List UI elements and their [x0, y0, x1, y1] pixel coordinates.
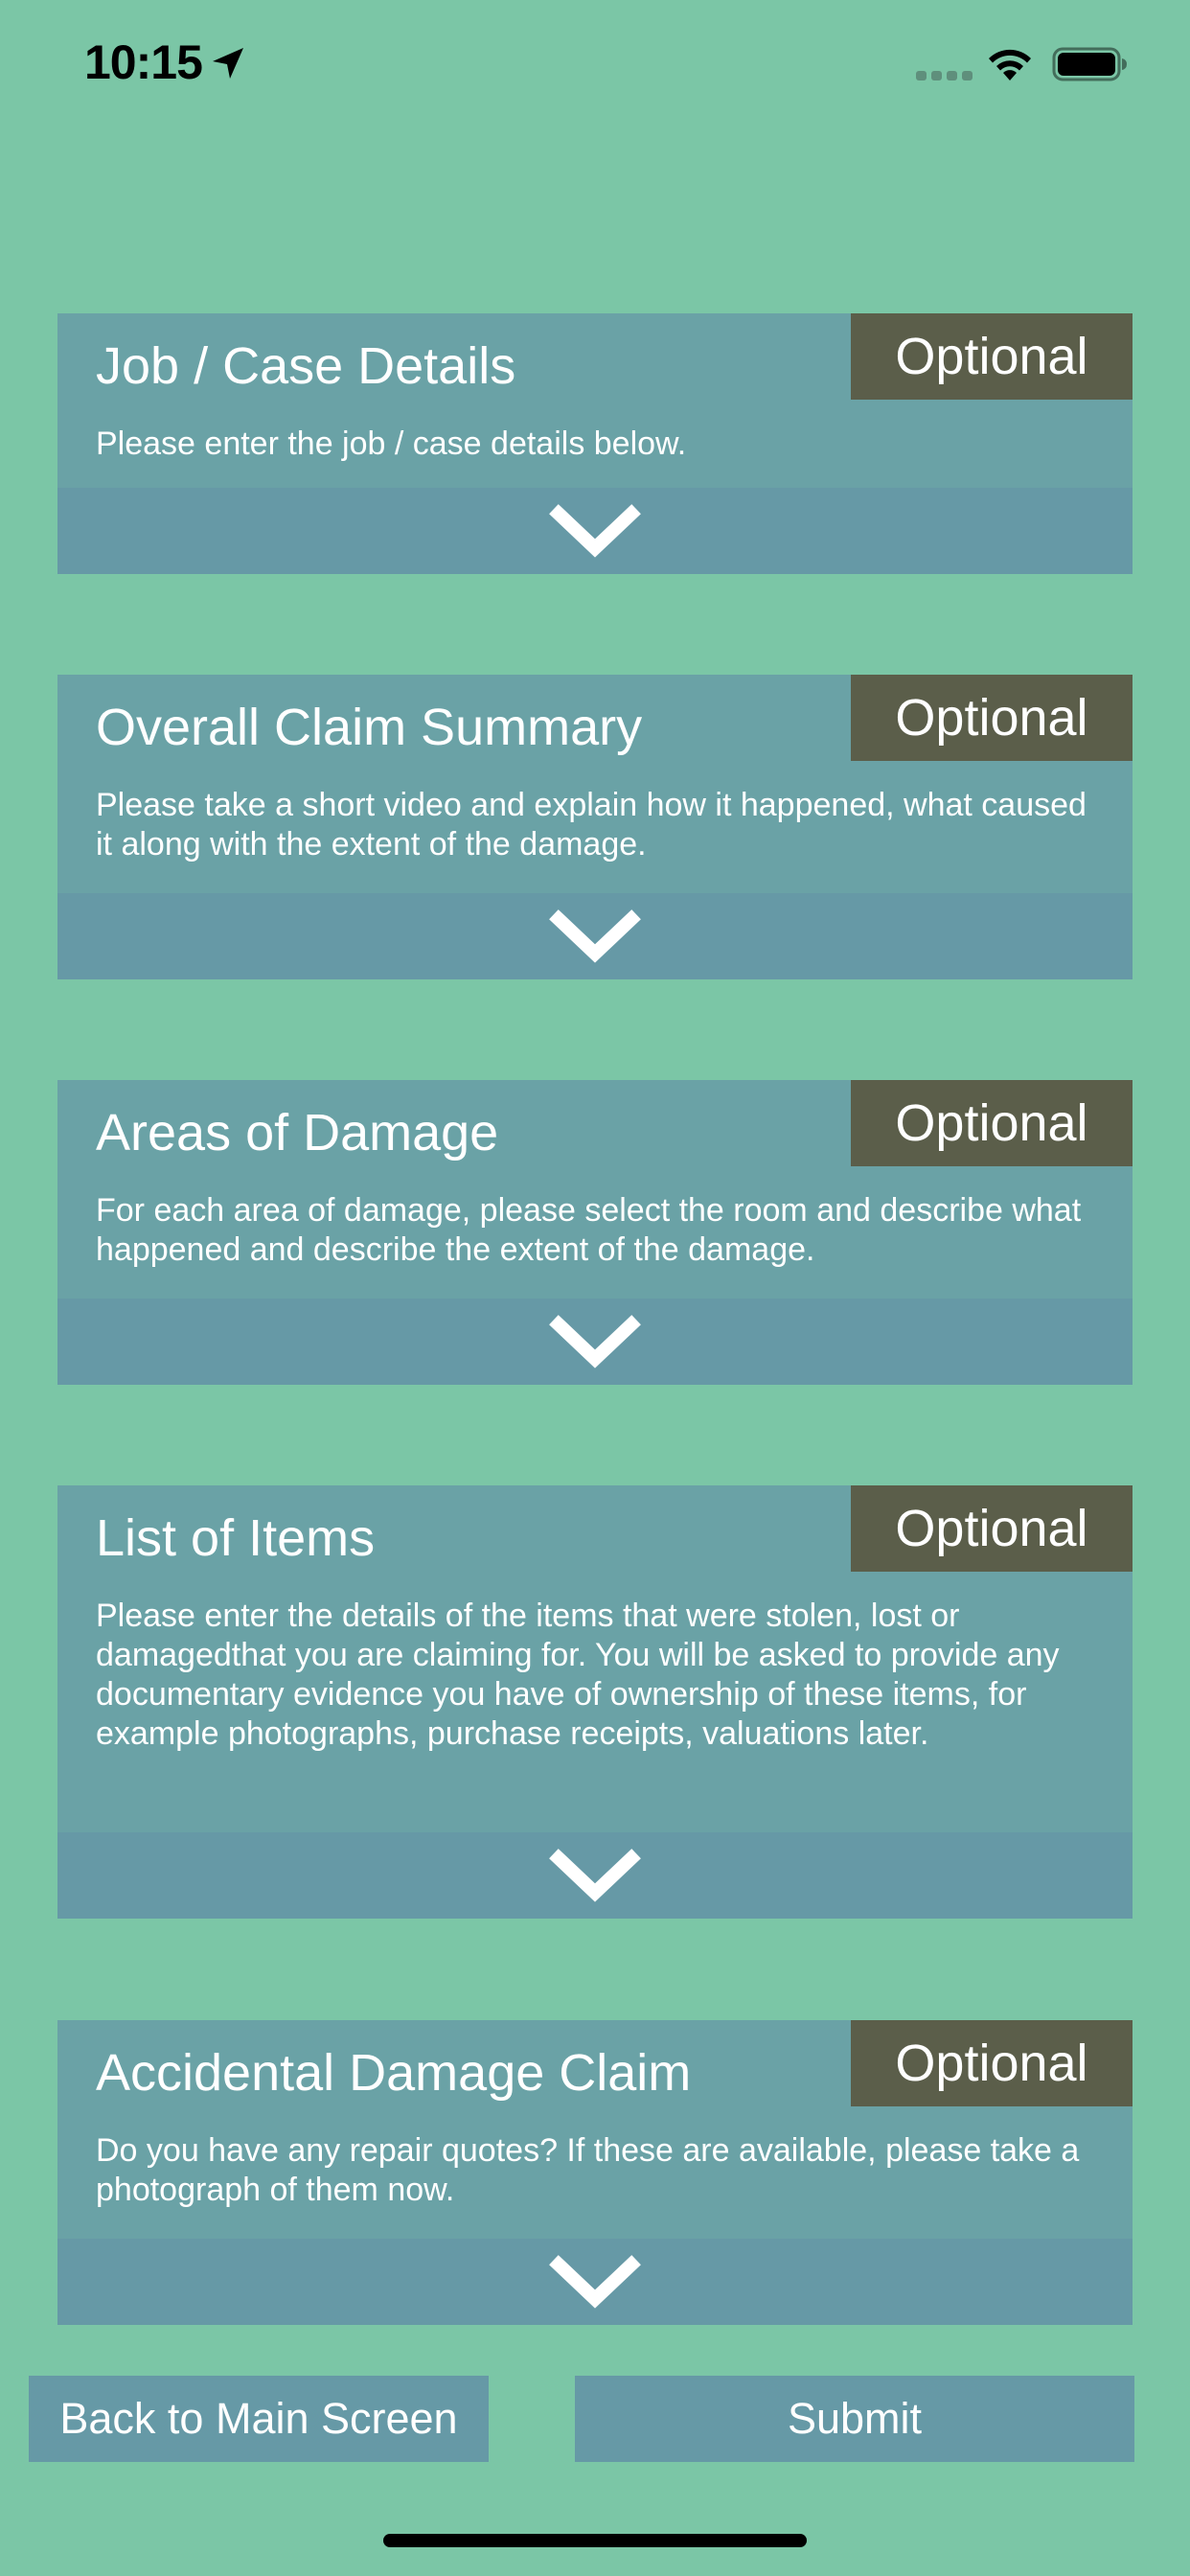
chevron-down-icon [549, 2255, 641, 2309]
optional-badge: Optional [851, 1485, 1133, 1572]
expand-section-button[interactable] [57, 2239, 1133, 2325]
status-bar: 10:15 [0, 0, 1190, 134]
section-card-job-case-details: Job / Case Details Optional Please enter… [57, 313, 1133, 574]
wifi-icon [989, 49, 1031, 80]
expand-section-button[interactable] [57, 893, 1133, 979]
optional-badge: Optional [851, 313, 1133, 400]
section-description: Please enter the job / case details belo… [96, 426, 687, 462]
submit-button[interactable]: Submit [575, 2376, 1134, 2462]
chevron-down-icon [549, 504, 641, 558]
section-title: Job / Case Details [96, 337, 516, 395]
section-card-accidental-damage-claim: Accidental Damage Claim Optional Do you … [57, 2020, 1133, 2325]
section-card-areas-of-damage: Areas of Damage Optional For each area o… [57, 1080, 1133, 1385]
section-card-list-of-items: List of Items Optional Please enter the … [57, 1485, 1133, 1919]
section-title: Overall Claim Summary [96, 699, 643, 756]
expand-section-button[interactable] [57, 1832, 1133, 1919]
optional-badge: Optional [851, 675, 1133, 761]
section-title: Accidental Damage Claim [96, 2044, 692, 2102]
chevron-down-icon [549, 1849, 641, 1902]
section-description: Do you have any repair quotes? If these … [96, 2132, 1080, 2208]
optional-badge: Optional [851, 1080, 1133, 1166]
section-title: List of Items [96, 1509, 376, 1567]
back-to-main-screen-button[interactable]: Back to Main Screen [29, 2376, 489, 2462]
expand-section-button[interactable] [57, 1299, 1133, 1385]
home-indicator[interactable] [383, 2534, 807, 2547]
location-arrow-icon [213, 48, 243, 79]
section-card-overall-claim-summary: Overall Claim Summary Optional Please ta… [57, 675, 1133, 979]
chevron-down-icon [549, 909, 641, 963]
section-description: Please take a short video and explain ho… [96, 787, 1087, 862]
optional-badge: Optional [851, 2020, 1133, 2106]
section-description: For each area of damage, please select t… [96, 1192, 1082, 1268]
section-title: Areas of Damage [96, 1104, 499, 1162]
chevron-down-icon [549, 1315, 641, 1368]
battery-icon [1052, 47, 1127, 81]
expand-section-button[interactable] [57, 488, 1133, 574]
section-description: Please enter the details of the items th… [96, 1598, 1060, 1752]
status-time: 10:15 [84, 35, 203, 89]
cellular-signal-icon [916, 71, 973, 80]
